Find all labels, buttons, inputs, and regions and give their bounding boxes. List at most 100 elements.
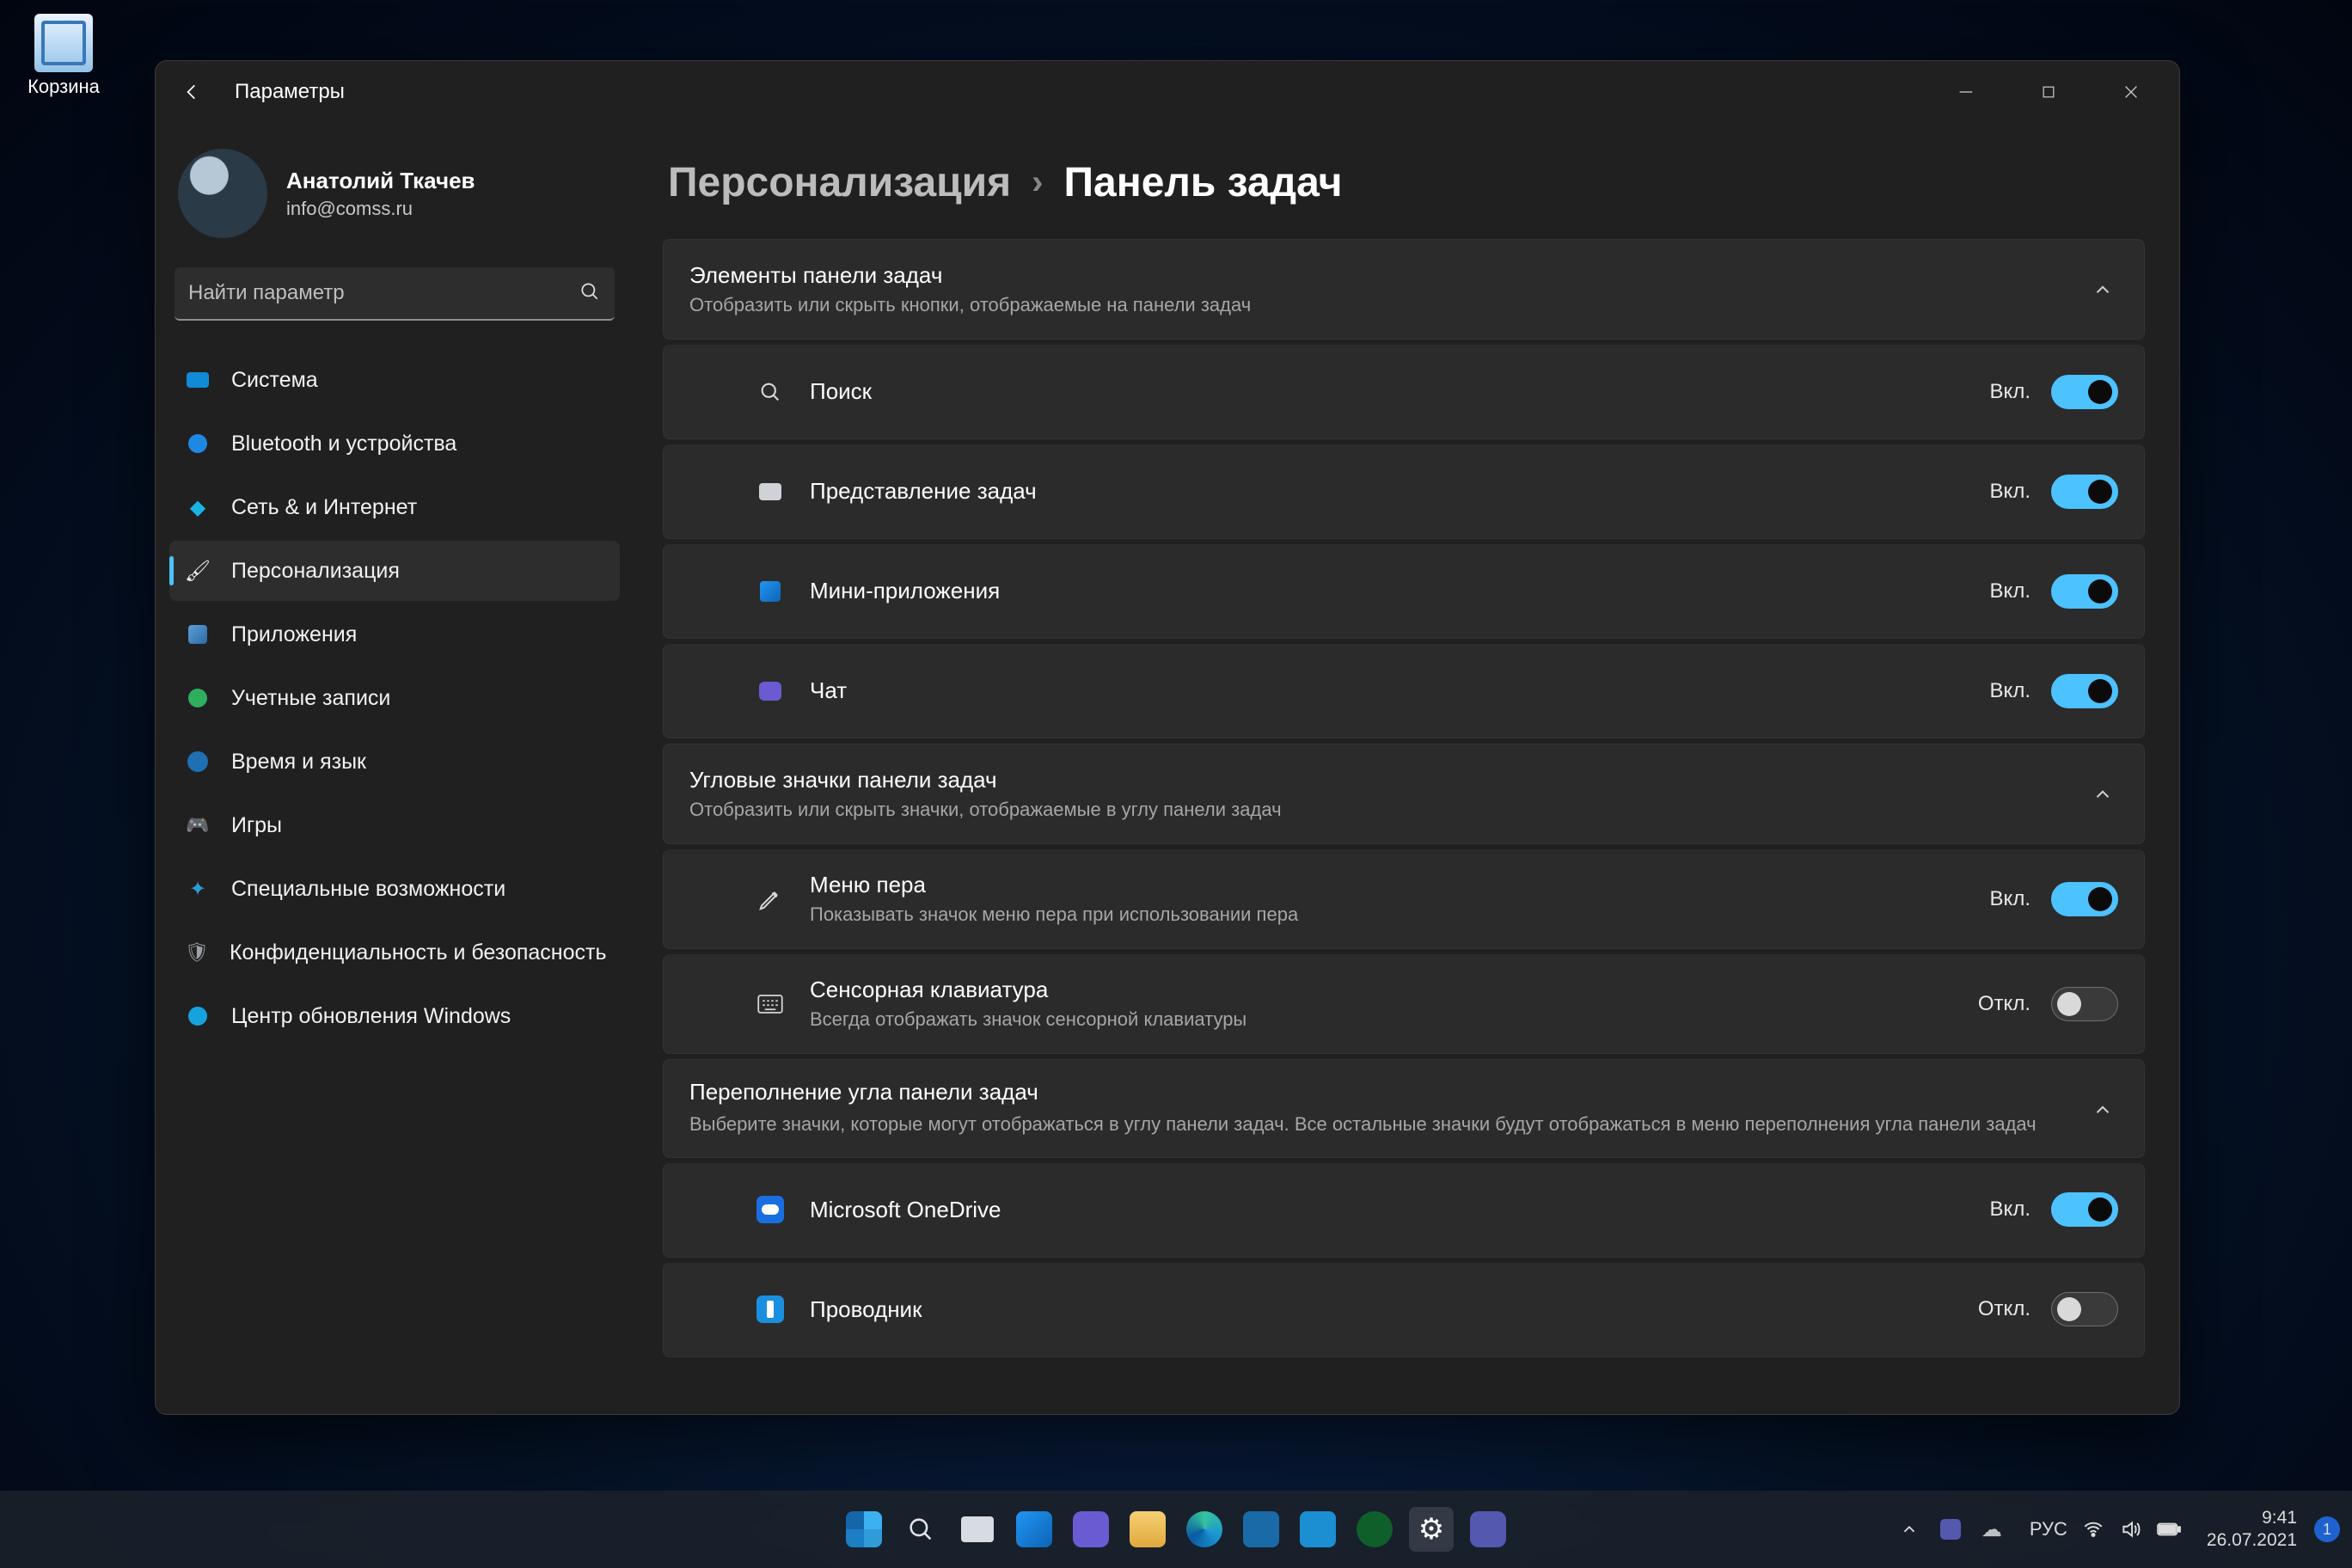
profile-email: info@comss.ru <box>286 198 475 220</box>
row-label: Microsoft OneDrive <box>810 1197 1990 1223</box>
chevron-up-icon <box>2087 1094 2118 1125</box>
sidebar-item-gaming[interactable]: 🎮 Игры <box>169 795 620 855</box>
volume-icon[interactable] <box>2119 1517 2143 1541</box>
row-label: Поиск <box>810 378 1990 405</box>
row-sublabel: Всегда отображать значок сенсорной клави… <box>810 1008 1978 1031</box>
taskbar-xbox-button[interactable] <box>1352 1507 1397 1552</box>
maximize-button[interactable] <box>2011 68 2086 116</box>
sidebar-item-system[interactable]: Система <box>169 350 620 410</box>
taskbar-edge-button[interactable] <box>1182 1507 1227 1552</box>
toggle-taskview[interactable] <box>2051 475 2118 509</box>
breadcrumb-current: Панель задач <box>1064 159 1343 206</box>
toggle-state: Вкл. <box>1990 480 2030 504</box>
taskbar-search-button[interactable] <box>898 1507 943 1552</box>
taskbar-taskview-button[interactable] <box>955 1507 1000 1552</box>
row-sublabel: Показывать значок меню пера при использо… <box>810 903 1990 926</box>
minimize-button[interactable] <box>1928 68 2004 116</box>
taskbar: ⚙ ☁ РУС 9:41 26.07.2021 1 <box>0 1491 2352 1568</box>
window-titlebar: Параметры <box>156 61 2179 123</box>
toggle-onedrive[interactable] <box>2051 1192 2118 1227</box>
tray-time: 9:41 <box>2207 1507 2297 1529</box>
sidebar-item-label: Персонализация <box>231 559 400 584</box>
tray-onedrive-icon[interactable]: ☁ <box>1980 1517 2004 1541</box>
section-taskbar-items-header[interactable]: Элементы панели задач Отобразить или скр… <box>663 239 2145 340</box>
toggle-state: Вкл. <box>1990 887 2030 911</box>
pen-icon <box>755 884 786 915</box>
taskbar-chat-button[interactable] <box>1069 1507 1113 1552</box>
chat-icon <box>755 676 786 707</box>
toggle-state: Вкл. <box>1990 380 2030 404</box>
toggle-pen-menu[interactable] <box>2051 882 2118 916</box>
section-title: Угловые значки панели задач <box>689 767 2087 793</box>
chevron-up-icon <box>2087 274 2118 305</box>
toggle-chat[interactable] <box>2051 674 2118 708</box>
section-overflow-header[interactable]: Переполнение угла панели задач Выберите … <box>663 1059 2145 1158</box>
toggle-widgets[interactable] <box>2051 574 2118 609</box>
taskbar-settings-button[interactable]: ⚙ <box>1409 1507 1454 1552</box>
sidebar-item-accessibility[interactable]: ✦Специальные возможности <box>169 859 620 919</box>
sidebar-item-network[interactable]: ◆Сеть & и Интернет <box>169 477 620 537</box>
toggle-explorer[interactable] <box>2051 1292 2118 1326</box>
tray-teams-icon[interactable] <box>1939 1517 1963 1541</box>
toggle-search[interactable] <box>2051 375 2118 409</box>
section-corner-icons-header[interactable]: Угловые значки панели задач Отобразить и… <box>663 744 2145 844</box>
sidebar-item-bluetooth[interactable]: Bluetooth и устройства <box>169 413 620 474</box>
accessibility-icon: ✦ <box>185 876 211 902</box>
row-label: Меню пера <box>810 872 1990 898</box>
wifi-icon: ◆ <box>185 494 211 520</box>
row-chat: Чат Вкл. <box>663 644 2145 738</box>
monitor-icon <box>185 367 211 393</box>
tray-clock[interactable]: 9:41 26.07.2021 <box>2207 1507 2297 1553</box>
sidebar-item-time-language[interactable]: Время и язык <box>169 732 620 792</box>
notification-badge[interactable]: 1 <box>2314 1516 2340 1542</box>
window-title: Параметры <box>235 80 345 104</box>
wifi-icon[interactable] <box>2081 1517 2105 1541</box>
breadcrumb-parent[interactable]: Персонализация <box>668 159 1011 206</box>
system-tray: ☁ РУС 9:41 26.07.2021 1 <box>1897 1507 2340 1553</box>
sidebar-item-accounts[interactable]: Учетные записи <box>169 668 620 728</box>
back-button[interactable] <box>173 73 211 111</box>
tray-language[interactable]: РУС <box>2030 1518 2067 1540</box>
taskbar-mail-button[interactable] <box>1295 1507 1340 1552</box>
section-subtitle: Отобразить или скрыть значки, отображаем… <box>689 799 2087 821</box>
tray-chevron-up-icon[interactable] <box>1897 1517 1921 1541</box>
row-widgets: Мини-приложения Вкл. <box>663 544 2145 639</box>
row-label: Мини-приложения <box>810 578 1990 604</box>
profile-block[interactable]: Анатолий Ткачев info@comss.ru <box>169 123 620 267</box>
sidebar-item-label: Конфиденциальность и безопасность <box>230 940 607 965</box>
gamepad-icon: 🎮 <box>185 812 211 838</box>
taskbar-store-button[interactable] <box>1239 1507 1283 1552</box>
search-box[interactable] <box>175 267 615 321</box>
chevron-up-icon <box>2087 779 2118 810</box>
start-button[interactable] <box>842 1507 886 1552</box>
taskbar-widgets-button[interactable] <box>1012 1507 1057 1552</box>
sidebar-item-privacy[interactable]: 🛡Конфиденциальность и безопасность <box>169 922 620 983</box>
sidebar-item-windows-update[interactable]: Центр обновления Windows <box>169 986 620 1046</box>
taskbar-teams-button[interactable] <box>1466 1507 1510 1552</box>
sidebar-item-personalization[interactable]: 🖌 Персонализация <box>169 541 620 601</box>
row-label: Чат <box>810 677 1990 704</box>
settings-window: Параметры Анатолий Ткачев info@comss.ru <box>155 60 2180 1415</box>
row-label: Представление задач <box>810 478 1990 505</box>
sidebar-item-label: Игры <box>231 813 282 838</box>
onedrive-icon <box>755 1194 786 1225</box>
search-icon <box>579 280 601 307</box>
desktop-recycle-bin[interactable]: Корзина <box>21 14 107 98</box>
taskbar-explorer-button[interactable] <box>1125 1507 1170 1552</box>
sidebar-item-label: Система <box>231 368 318 393</box>
brush-icon: 🖌 <box>185 558 211 584</box>
row-explorer: Проводник Откл. <box>663 1263 2145 1357</box>
sidebar-item-apps[interactable]: Приложения <box>169 604 620 665</box>
taskview-icon <box>755 476 786 507</box>
breadcrumb: Персонализация › Панель задач <box>668 159 2145 206</box>
battery-icon[interactable] <box>2157 1517 2181 1541</box>
close-button[interactable] <box>2093 68 2169 116</box>
sidebar-nav: Система Bluetooth и устройства ◆Сеть & и… <box>169 350 620 1046</box>
toggle-state: Вкл. <box>1990 579 2030 603</box>
recycle-bin-label: Корзина <box>21 76 107 98</box>
toggle-state: Вкл. <box>1990 1197 2030 1222</box>
tray-date: 26.07.2021 <box>2207 1529 2297 1552</box>
toggle-touch-keyboard[interactable] <box>2051 987 2118 1021</box>
keyboard-icon <box>755 989 786 1020</box>
search-input[interactable] <box>188 281 579 305</box>
